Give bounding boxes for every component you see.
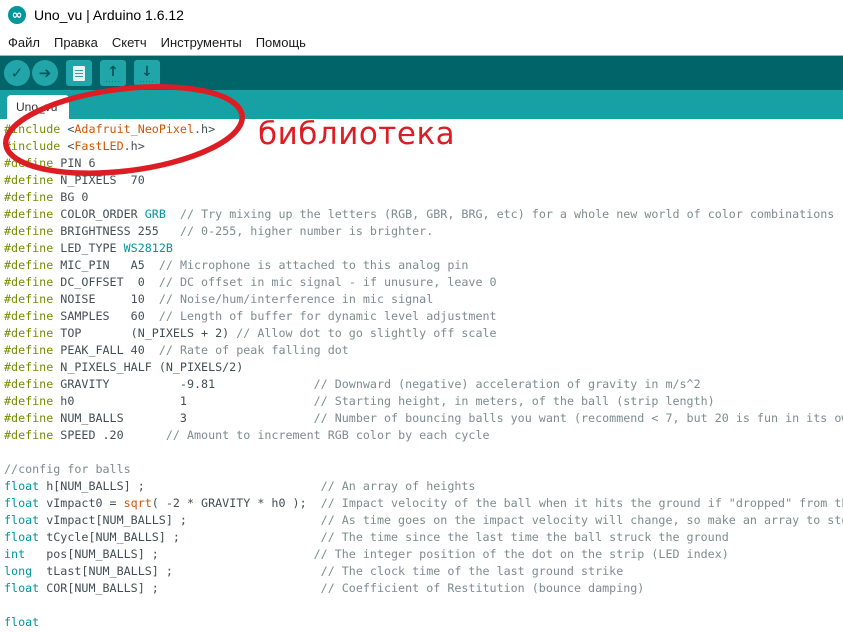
window-title: Uno_vu | Arduino 1.6.12 — [34, 7, 184, 23]
code-line: #define N_PIXELS_HALF (N_PIXELS/2) — [4, 359, 843, 376]
code-line: #define h0 1 // Starting height, in mete… — [4, 393, 843, 410]
tab-uno-vu[interactable]: Uno_vu — [7, 95, 69, 119]
code-line — [4, 597, 843, 614]
code-line: float vImpact[NUM_BALLS] ; // As time go… — [4, 512, 843, 529]
code-area: #include <Adafruit_NeoPixel.h>#include <… — [4, 121, 843, 631]
code-line: #define GRAVITY -9.81 // Downward (negat… — [4, 376, 843, 393]
new-sketch-button[interactable] — [66, 60, 92, 86]
verify-check-icon: ✓ — [11, 66, 24, 81]
code-line: int pos[NUM_BALLS] ; // The integer posi… — [4, 546, 843, 563]
code-line: float tCycle[NUM_BALLS] ; // The time si… — [4, 529, 843, 546]
code-line: #define DC_OFFSET 0 // DC offset in mic … — [4, 274, 843, 291]
code-line: #define LED_TYPE WS2812B — [4, 240, 843, 257]
code-line: #define SAMPLES 60 // Length of buffer f… — [4, 308, 843, 325]
code-line: #define SPEED .20 // Amount to increment… — [4, 427, 843, 444]
save-button[interactable]: ↓..... — [134, 60, 160, 86]
code-line: float h[NUM_BALLS] ; // An array of heig… — [4, 478, 843, 495]
new-document-icon — [73, 66, 85, 81]
open-button[interactable]: ↑..... — [100, 60, 126, 86]
code-line: #define MIC_PIN A5 // Microphone is atta… — [4, 257, 843, 274]
code-line: long tLast[NUM_BALLS] ; // The clock tim… — [4, 563, 843, 580]
tab-strip: Uno_vu — [0, 90, 843, 119]
code-line: #define NOISE 10 // Noise/hum/interferen… — [4, 291, 843, 308]
code-line: float vImpact0 = sqrt( -2 * GRAVITY * h0… — [4, 495, 843, 512]
code-line: #define PIN 6 — [4, 155, 843, 172]
arduino-infinity-icon: ∞ — [8, 6, 26, 24]
code-line: #define BG 0 — [4, 189, 843, 206]
code-line: #define PEAK_FALL 40 // Rate of peak fal… — [4, 342, 843, 359]
code-line: float COR[NUM_BALLS] ; // Coefficient of… — [4, 580, 843, 597]
code-line: #define COLOR_ORDER GRB // Try mixing up… — [4, 206, 843, 223]
menu-item-4[interactable]: Помощь — [256, 35, 306, 50]
code-line: //config for balls — [4, 461, 843, 478]
code-line: float — [4, 614, 843, 631]
open-up-arrow-icon: ↑..... — [106, 65, 121, 82]
menu-item-3[interactable]: Инструменты — [161, 35, 242, 50]
title-bar: ∞ Uno_vu | Arduino 1.6.12 — [0, 0, 843, 30]
menu-item-1[interactable]: Правка — [54, 35, 98, 50]
code-line: #define NUM_BALLS 3 // Number of bouncin… — [4, 410, 843, 427]
code-line: #define TOP (N_PIXELS + 2) // Allow dot … — [4, 325, 843, 342]
save-down-arrow-icon: ↓..... — [140, 65, 155, 82]
code-line: #define N_PIXELS 70 — [4, 172, 843, 189]
verify-button[interactable]: ✓ — [4, 60, 30, 86]
upload-button[interactable]: ➔ — [32, 60, 58, 86]
code-editor[interactable]: #include <Adafruit_NeoPixel.h>#include <… — [0, 119, 843, 632]
annotation-label: библиотека — [258, 116, 455, 152]
toolbar: ✓ ➔ ↑..... ↓..... — [0, 56, 843, 90]
code-line — [4, 444, 843, 461]
tab-label: Uno_vu — [16, 100, 57, 114]
upload-arrow-icon: ➔ — [39, 66, 52, 81]
menu-bar: Файл Правка Скетч Инструменты Помощь — [0, 30, 843, 56]
menu-item-0[interactable]: Файл — [8, 35, 40, 50]
code-line: #define BRIGHTNESS 255 // 0-255, higher … — [4, 223, 843, 240]
menu-item-2[interactable]: Скетч — [112, 35, 147, 50]
